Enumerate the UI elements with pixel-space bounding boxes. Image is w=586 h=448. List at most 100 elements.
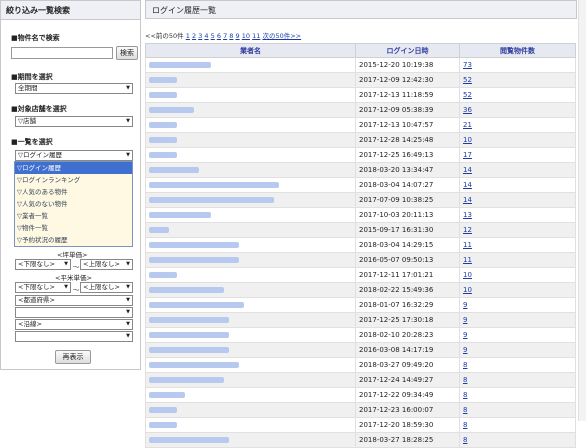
viewed-count-link[interactable]: 9 [459, 312, 576, 328]
company-name-cell[interactable] [145, 117, 356, 133]
company-name-cell[interactable] [145, 372, 356, 388]
login-datetime-cell: 2017-12-28 14:25:48 [355, 132, 460, 148]
company-name-cell[interactable] [145, 222, 356, 238]
area-max-select[interactable]: <上限なし> ▼ [80, 259, 133, 270]
company-name-cell[interactable] [145, 342, 356, 358]
column-header-login-datetime[interactable]: ログイン日時 [355, 43, 460, 58]
table-row: 2018-03-04 14:29:15 11 [145, 237, 576, 253]
viewed-count-link[interactable]: 10 [459, 282, 576, 298]
company-name-cell[interactable] [145, 132, 356, 148]
company-name-cell[interactable] [145, 57, 356, 73]
period-select[interactable]: 全期間 ▼ [15, 83, 133, 94]
company-name-cell[interactable] [145, 162, 356, 178]
viewed-count-link[interactable]: 10 [459, 132, 576, 148]
login-datetime-cell: 2018-02-10 20:28:23 [355, 327, 460, 343]
company-name-cell[interactable] [145, 327, 356, 343]
table-row: 2017-12-20 18:59:30 8 [145, 417, 576, 433]
price-max-select[interactable]: <上限なし> ▼ [80, 282, 133, 293]
line-select[interactable]: <沿線> ▼ [15, 319, 133, 330]
viewed-count-link[interactable]: 8 [459, 357, 576, 373]
prefecture-select[interactable]: <都道府県> ▼ [15, 295, 133, 306]
company-name-cell[interactable] [145, 312, 356, 328]
price-min-select[interactable]: <下限なし> ▼ [15, 282, 71, 293]
company-name-cell[interactable] [145, 192, 356, 208]
viewed-count-link[interactable]: 10 [459, 267, 576, 283]
blurred-name [149, 407, 177, 413]
blurred-name [149, 137, 177, 143]
store-select[interactable]: ▽店舗 ▼ [15, 116, 133, 127]
list-option[interactable]: ▽人気のない物件 [15, 198, 132, 210]
table-row: 2018-03-27 18:28:25 8 [145, 432, 576, 448]
viewed-count-link[interactable]: 9 [459, 327, 576, 343]
viewed-count-link[interactable]: 14 [459, 162, 576, 178]
company-name-cell[interactable] [145, 207, 356, 223]
list-option[interactable]: ▽物件一覧 [15, 222, 132, 234]
page-link[interactable]: 5 [211, 32, 215, 40]
viewed-count-link[interactable]: 9 [459, 297, 576, 313]
redisplay-button[interactable]: 再表示 [55, 350, 91, 364]
viewed-count-link[interactable]: 8 [459, 417, 576, 433]
viewed-count-link[interactable]: 8 [459, 387, 576, 403]
list-option[interactable]: ▽ログイン履歴 [15, 162, 132, 174]
viewed-count-link[interactable]: 9 [459, 342, 576, 358]
viewed-count-link[interactable]: 8 [459, 432, 576, 448]
list-option[interactable]: ▽ログインランキング [15, 174, 132, 186]
column-header-viewed-count[interactable]: 閲覧物件数 [459, 43, 576, 58]
next-page-link[interactable]: 次の50件>> [262, 32, 301, 40]
viewed-count-link[interactable]: 8 [459, 402, 576, 418]
page-link[interactable]: 7 [223, 32, 227, 40]
viewed-count-link[interactable]: 17 [459, 147, 576, 163]
scrollbar[interactable] [578, 0, 586, 421]
company-name-cell[interactable] [145, 72, 356, 88]
list-option[interactable]: ▽業者一覧 [15, 210, 132, 222]
company-name-cell[interactable] [145, 252, 356, 268]
viewed-count-link[interactable]: 52 [459, 72, 576, 88]
company-name-cell[interactable] [145, 102, 356, 118]
viewed-count-link[interactable]: 11 [459, 252, 576, 268]
page-link[interactable]: 9 [236, 32, 240, 40]
company-name-cell[interactable] [145, 87, 356, 103]
page-link[interactable]: 8 [229, 32, 233, 40]
company-name-cell[interactable] [145, 387, 356, 403]
company-name-cell[interactable] [145, 297, 356, 313]
search-button[interactable]: 検索 [116, 46, 138, 60]
page-link[interactable]: 1 [186, 32, 190, 40]
page-link[interactable]: 2 [192, 32, 196, 40]
area-min-select[interactable]: <下限なし> ▼ [15, 259, 71, 270]
page-link[interactable]: 3 [198, 32, 202, 40]
viewed-count-link[interactable]: 14 [459, 192, 576, 208]
list-option[interactable]: ▽人気のある物件 [15, 186, 132, 198]
property-name-input[interactable] [11, 47, 113, 59]
viewed-count-link[interactable]: 14 [459, 177, 576, 193]
table-row: 2017-12-09 12:42:30 52 [145, 72, 576, 88]
station-select[interactable]: ▼ [15, 331, 133, 342]
company-name-cell[interactable] [145, 147, 356, 163]
list-option[interactable]: ▽予約状況の履歴 [15, 234, 132, 246]
company-name-cell[interactable] [145, 402, 356, 418]
column-header-company[interactable]: 業者名 [145, 43, 356, 58]
viewed-count-link[interactable]: 11 [459, 237, 576, 253]
page-link[interactable]: 6 [217, 32, 221, 40]
company-name-cell[interactable] [145, 417, 356, 433]
viewed-count-link[interactable]: 8 [459, 372, 576, 388]
prev-page-link[interactable]: <<前の50件 [145, 32, 184, 40]
list-type-select[interactable]: ▽ログイン履歴 ▼ [15, 150, 133, 161]
prefecture-sub-select[interactable]: ▼ [15, 307, 133, 318]
company-name-cell[interactable] [145, 267, 356, 283]
viewed-count-link[interactable]: 52 [459, 87, 576, 103]
viewed-count-link[interactable]: 73 [459, 57, 576, 73]
table-row: 2018-01-07 16:32:29 9 [145, 297, 576, 313]
page-link[interactable]: 10 [242, 32, 250, 40]
viewed-count-link[interactable]: 13 [459, 207, 576, 223]
viewed-count-link[interactable]: 36 [459, 102, 576, 118]
viewed-count-link[interactable]: 21 [459, 117, 576, 133]
page-link[interactable]: 11 [252, 32, 260, 40]
company-name-cell[interactable] [145, 357, 356, 373]
viewed-count-link[interactable]: 12 [459, 222, 576, 238]
login-datetime-cell: 2018-03-27 18:28:25 [355, 432, 460, 448]
company-name-cell[interactable] [145, 282, 356, 298]
company-name-cell[interactable] [145, 237, 356, 253]
company-name-cell[interactable] [145, 432, 356, 448]
page-link[interactable]: 4 [204, 32, 208, 40]
company-name-cell[interactable] [145, 177, 356, 193]
